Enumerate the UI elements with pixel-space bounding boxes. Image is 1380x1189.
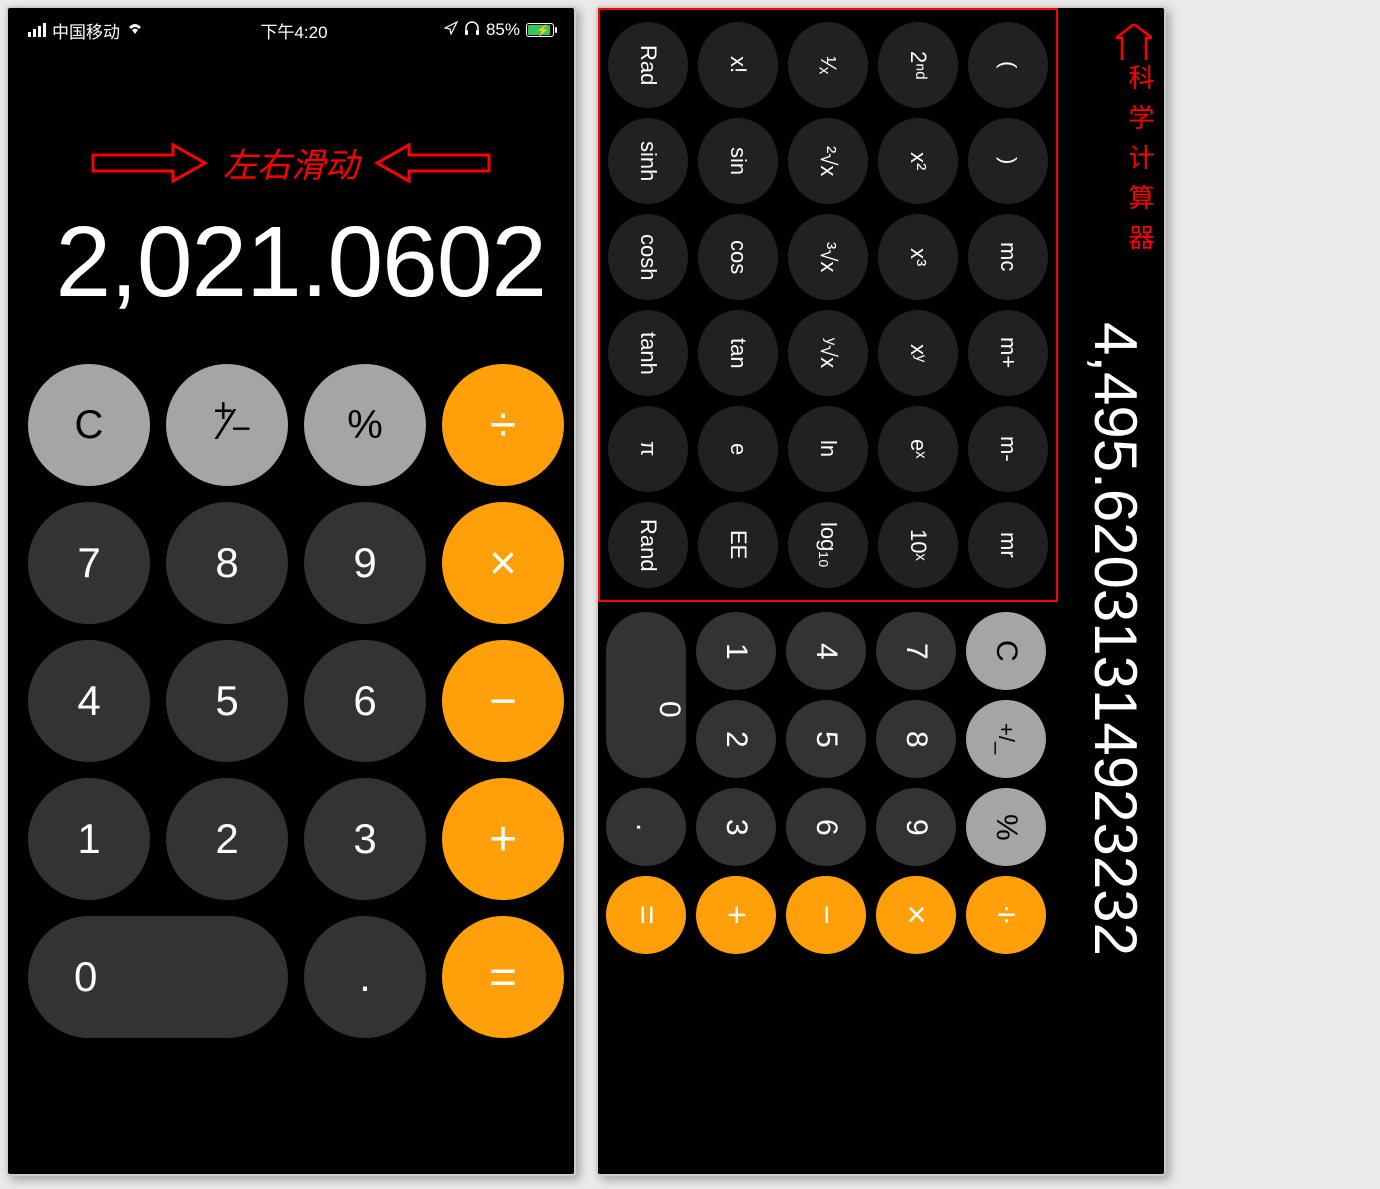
yroot-button[interactable]: ʸ√x	[788, 310, 868, 396]
digit-6-button[interactable]: 6	[304, 640, 426, 762]
arrow-right-icon	[89, 141, 209, 185]
phone-portrait: 中国移动 下午4:20 85% ⚡ 左右滑动 2,021.0602 C +	[6, 6, 576, 1176]
reciprocal-button[interactable]: ¹⁄ₓ	[788, 22, 868, 108]
status-bar: 中国移动 下午4:20 85% ⚡	[8, 8, 574, 44]
paren-open-button[interactable]: (	[968, 22, 1048, 108]
clear-button[interactable]: C	[966, 612, 1046, 690]
status-right: 85% ⚡	[444, 20, 554, 40]
digit-7-button[interactable]: 7	[28, 502, 150, 624]
digit-5-button[interactable]: 5	[166, 640, 288, 762]
scientific-label: 科学计算器	[1121, 64, 1158, 264]
keypad: C +⁄− % ÷ 7 8 9 × 4 5 6 − 1 2 3 + 0 . =	[8, 348, 574, 1062]
plusminus-button[interactable]: +⁄−	[166, 364, 288, 486]
arrow-left-icon	[1116, 24, 1152, 69]
digit-9-button[interactable]: 9	[304, 502, 426, 624]
digit-3-button[interactable]: 3	[304, 778, 426, 900]
mr-button[interactable]: mr	[968, 502, 1048, 588]
digit-7-button[interactable]: 7	[876, 612, 956, 690]
carrier-label: 中国移动	[52, 18, 120, 43]
scientific-keypad: Rad x! ¹⁄ₓ 2ⁿᵈ ( sinh sin ²√x x² ) cosh …	[598, 8, 1058, 602]
multiply-button[interactable]: ×	[442, 502, 564, 624]
subtract-button[interactable]: −	[442, 640, 564, 762]
sinh-button[interactable]: sinh	[608, 118, 688, 204]
calc-display: 2,021.0602	[8, 205, 574, 320]
equals-button[interactable]: =	[442, 916, 564, 1038]
pi-button[interactable]: π	[608, 406, 688, 492]
factorial-button[interactable]: x!	[698, 22, 778, 108]
multiply-button[interactable]: ×	[876, 876, 956, 954]
ln-button[interactable]: ln	[788, 406, 868, 492]
equals-button[interactable]: =	[606, 876, 686, 954]
percent-button[interactable]: %	[304, 364, 426, 486]
add-button[interactable]: +	[696, 876, 776, 954]
decimal-button[interactable]: .	[304, 916, 426, 1038]
digit-4-button[interactable]: 4	[786, 612, 866, 690]
digit-0-button[interactable]: 0	[28, 916, 288, 1038]
mplus-button[interactable]: m+	[968, 310, 1048, 396]
digit-8-button[interactable]: 8	[876, 700, 956, 778]
subtract-button[interactable]: −	[786, 876, 866, 954]
e-button[interactable]: e	[698, 406, 778, 492]
digit-2-button[interactable]: 2	[696, 700, 776, 778]
tenpowx-button[interactable]: 10ˣ	[878, 502, 958, 588]
digit-8-button[interactable]: 8	[166, 502, 288, 624]
digit-1-button[interactable]: 1	[696, 612, 776, 690]
clear-button[interactable]: C	[28, 364, 150, 486]
epowx-button[interactable]: eˣ	[878, 406, 958, 492]
decimal-button[interactable]: .	[606, 788, 686, 866]
paren-close-button[interactable]: )	[968, 118, 1048, 204]
operator-row-landscape: = + − × ÷	[598, 866, 1058, 966]
divide-button[interactable]: ÷	[966, 876, 1046, 954]
digit-3-button[interactable]: 3	[696, 788, 776, 866]
digit-6-button[interactable]: 6	[786, 788, 866, 866]
numeric-keypad-landscape: 0 1 4 7 C 2 5 8 +/_ . 3 6 9 %	[598, 602, 1058, 866]
swipe-hint-label: 左右滑动	[223, 138, 359, 187]
ee-button[interactable]: EE	[698, 502, 778, 588]
digit-0-button[interactable]: 0	[606, 612, 686, 778]
divide-button[interactable]: ÷	[442, 364, 564, 486]
mminus-button[interactable]: m-	[968, 406, 1048, 492]
cos-button[interactable]: cos	[698, 214, 778, 300]
signal-icon	[28, 23, 46, 37]
xpowy-button[interactable]: xʸ	[878, 310, 958, 396]
rand-button[interactable]: Rand	[608, 502, 688, 588]
sqrt-button[interactable]: ²√x	[788, 118, 868, 204]
add-button[interactable]: +	[442, 778, 564, 900]
location-icon	[444, 20, 458, 40]
tanh-button[interactable]: tanh	[608, 310, 688, 396]
digit-1-button[interactable]: 1	[28, 778, 150, 900]
arrow-left-icon	[373, 141, 493, 185]
rad-button[interactable]: Rad	[608, 22, 688, 108]
digit-4-button[interactable]: 4	[28, 640, 150, 762]
second-button[interactable]: 2ⁿᵈ	[878, 22, 958, 108]
status-time: 下午4:20	[260, 18, 327, 43]
swipe-hint: 左右滑动	[8, 138, 574, 187]
log10-button[interactable]: log₁₀	[788, 502, 868, 588]
headphones-icon	[464, 20, 480, 40]
tan-button[interactable]: tan	[698, 310, 778, 396]
phone-landscape: 科学计算器 4,495.62031314923232 Rad x! ¹⁄ₓ 2ⁿ…	[596, 6, 1166, 1176]
mc-button[interactable]: mc	[968, 214, 1048, 300]
status-left: 中国移动	[28, 18, 144, 43]
calc-display-landscape: 4,495.62031314923232	[1081, 322, 1150, 1152]
cosh-button[interactable]: cosh	[608, 214, 688, 300]
wifi-icon	[126, 20, 144, 40]
digit-9-button[interactable]: 9	[876, 788, 956, 866]
cbrt-button[interactable]: ³√x	[788, 214, 868, 300]
digit-5-button[interactable]: 5	[786, 700, 866, 778]
plusminus-button[interactable]: +/_	[966, 700, 1046, 778]
square-button[interactable]: x²	[878, 118, 958, 204]
landscape-inner: 科学计算器 4,495.62031314923232 Rad x! ¹⁄ₓ 2ⁿ…	[598, 8, 1164, 1174]
cube-button[interactable]: x³	[878, 214, 958, 300]
battery-pct: 85%	[486, 20, 520, 40]
battery-icon: ⚡	[526, 23, 554, 37]
digit-2-button[interactable]: 2	[166, 778, 288, 900]
percent-button[interactable]: %	[966, 788, 1046, 866]
sin-button[interactable]: sin	[698, 118, 778, 204]
